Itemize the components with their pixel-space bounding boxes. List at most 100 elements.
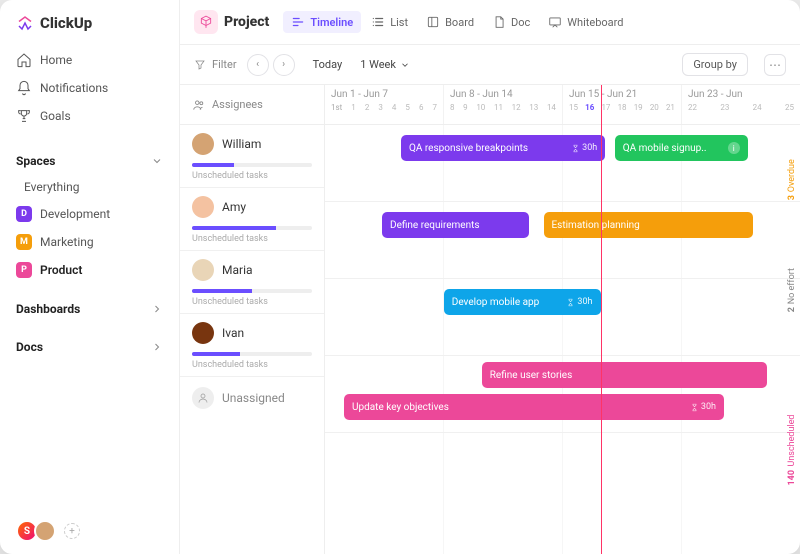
person-header[interactable]: William (192, 133, 312, 155)
space-item-everything[interactable]: Everything (8, 174, 171, 200)
view-board[interactable]: Board (418, 11, 482, 33)
progress-bar (192, 352, 312, 356)
view-whiteboard[interactable]: Whiteboard (540, 11, 631, 33)
bell-icon (16, 80, 32, 96)
logo-text: ClickUp (40, 14, 92, 32)
person-name: Amy (222, 200, 246, 214)
filter-button[interactable]: Filter (194, 58, 237, 71)
nav: Home Notifications Goals (0, 42, 179, 140)
spaces-header[interactable]: Spaces (8, 148, 171, 174)
docs-header[interactable]: Docs (8, 334, 171, 360)
assignee-column: Assignees William Unscheduled tasks Amy … (180, 85, 325, 554)
next-button[interactable]: › (273, 54, 295, 76)
week-column: Jun 23 - Jun 22232425 (681, 85, 800, 124)
week-column: Jun 1 - Jun 7 1st1234567 (325, 85, 443, 124)
docs-section: Docs (0, 326, 179, 364)
home-icon (16, 52, 32, 68)
person-name: Maria (222, 263, 253, 277)
space-label: Product (40, 263, 82, 277)
doc-icon (492, 15, 506, 29)
view-list[interactable]: List (363, 11, 416, 33)
avatar (192, 259, 214, 281)
today-line (601, 85, 602, 554)
info-icon: i (728, 142, 740, 154)
list-icon (371, 15, 385, 29)
board-icon (426, 15, 440, 29)
view-doc[interactable]: Doc (484, 11, 538, 33)
unassigned-row[interactable]: Unassigned (180, 377, 324, 419)
week-label: Jun 8 - Jun 14 (450, 89, 513, 100)
nav-label: Goals (40, 109, 71, 123)
person-header[interactable]: Ivan (192, 322, 312, 344)
unscheduled-label[interactable]: Unscheduled tasks (192, 234, 312, 244)
task-bar[interactable]: Define requirements (382, 212, 529, 238)
user-icon (192, 387, 214, 409)
timeline-grid[interactable]: Jun 1 - Jun 7 1st1234567 Jun 8 - Jun 14 … (325, 85, 800, 554)
progress-bar (192, 163, 312, 167)
unscheduled-summary[interactable]: 140Unscheduled (784, 346, 800, 554)
today-button[interactable]: Today (313, 58, 343, 71)
noeffort-summary[interactable]: 2No effort (784, 235, 800, 345)
nav-home[interactable]: Home (8, 46, 171, 74)
nav-trophy[interactable]: Goals (8, 102, 171, 130)
timeline-icon (291, 15, 305, 29)
task-time: 30h (690, 402, 716, 412)
spaces-title: Spaces (16, 154, 55, 168)
app-window: ClickUp Home Notifications Goals Spaces … (0, 0, 800, 554)
spaces-section: Spaces Everything DDevelopment MMarketin… (0, 140, 179, 288)
filter-icon (194, 59, 206, 71)
view-timeline[interactable]: Timeline (283, 11, 361, 33)
prev-button[interactable]: ‹ (247, 54, 269, 76)
whiteboard-icon (548, 15, 562, 29)
space-item-marketing[interactable]: MMarketing (8, 228, 171, 256)
person-row: Maria Unscheduled tasks (180, 251, 324, 314)
chevron-right-icon (151, 341, 163, 353)
task-label: QA responsive breakpoints (409, 143, 528, 154)
people-icon (192, 98, 206, 112)
person-header[interactable]: Amy (192, 196, 312, 218)
chevron-down-icon (151, 155, 163, 167)
task-bar[interactable]: Update key objectives 30h (344, 394, 724, 420)
dashboards-header[interactable]: Dashboards (8, 296, 171, 322)
range-select[interactable]: 1 Week (360, 58, 410, 71)
unscheduled-label[interactable]: Unscheduled tasks (192, 297, 312, 307)
task-bar[interactable]: QA mobile signup..i (615, 135, 748, 161)
week-column: Jun 15 - Jun 21 15161718192021 (562, 85, 681, 124)
cube-icon (199, 15, 213, 29)
timeline-row: Define requirements Estimation planning (325, 202, 800, 279)
day-labels: 22232425 (688, 103, 794, 112)
space-item-development[interactable]: DDevelopment (8, 200, 171, 228)
add-user-button[interactable]: + (64, 523, 80, 539)
person-header[interactable]: Maria (192, 259, 312, 281)
task-bar[interactable]: Refine user stories (482, 362, 767, 388)
unscheduled-label[interactable]: Unscheduled tasks (192, 171, 312, 181)
timeline-header: Jun 1 - Jun 7 1st1234567 Jun 8 - Jun 14 … (325, 85, 800, 125)
task-bar[interactable]: Estimation planning (544, 212, 753, 238)
view-label: Doc (511, 16, 530, 29)
avatar[interactable] (34, 520, 56, 542)
progress-bar (192, 226, 312, 230)
person-name: William (222, 137, 261, 151)
logo[interactable]: ClickUp (0, 0, 179, 42)
task-bar[interactable]: QA responsive breakpoints30h (401, 135, 605, 161)
view-label: Timeline (310, 16, 353, 29)
overdue-summary[interactable]: 3Overdue (784, 125, 800, 235)
side-summary: 3Overdue 2No effort 140Unscheduled (784, 125, 800, 554)
day-labels: 1st1234567 (331, 103, 437, 112)
nav-bell[interactable]: Notifications (8, 74, 171, 102)
timeline-row: Refine user stories Update key objective… (325, 356, 800, 433)
unscheduled-label[interactable]: Unscheduled tasks (192, 360, 312, 370)
timeline-row: QA responsive breakpoints30h QA mobile s… (325, 125, 800, 202)
topbar: Project Timeline List Board Doc Whiteboa… (180, 0, 800, 45)
timeline-rows: QA responsive breakpoints30h QA mobile s… (325, 125, 800, 477)
view-label: Whiteboard (567, 16, 623, 29)
task-bar[interactable]: Develop mobile app30h (444, 289, 601, 315)
more-button[interactable]: ⋯ (764, 54, 786, 76)
assignees-header: Assignees (180, 85, 324, 125)
filter-label: Filter (212, 58, 237, 71)
space-item-product[interactable]: P Product (8, 256, 171, 284)
groupby-button[interactable]: Group by (682, 53, 748, 76)
space-badge: P (16, 262, 32, 278)
toolbar: Filter ‹ › Today 1 Week Group by ⋯ (180, 45, 800, 85)
task-label: Update key objectives (352, 402, 449, 413)
